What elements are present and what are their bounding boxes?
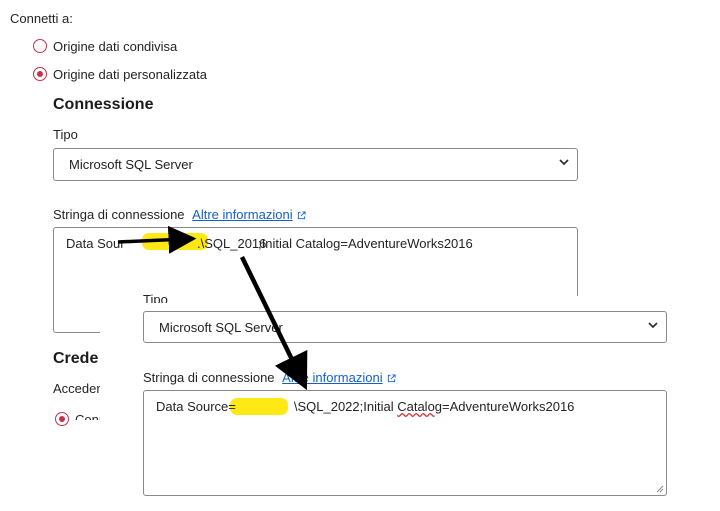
chevron-down-icon [559,159,569,166]
connect-to-label: Connetti a: [10,11,73,26]
front-conn-string-label-text: Stringa di connessione [143,370,275,385]
radio-shared-source[interactable] [33,39,47,53]
conn-string-text-part3: ;Initial Catalog=AdventureWorks2016 [258,236,473,251]
conn-string-text-part2: .\SQL_2016 [197,236,267,251]
credentials-heading: Crede [53,350,99,367]
connection-heading: Connessione [53,96,154,113]
conn-string-label-text: Stringa di connessione [53,207,185,222]
front-type-select[interactable]: Microsoft SQL Server [143,311,667,343]
front-type-select-value: Microsoft SQL Server [159,320,283,335]
radio-custom-source[interactable] [33,67,47,81]
front-conn-text-part1: Data Source= [156,399,236,414]
external-link-icon [387,374,396,383]
conn-string-text-part1: Data Sour [66,236,125,251]
type-label: Tipo [53,127,78,142]
more-info-link[interactable]: Altre informazioni [192,207,292,222]
front-type-label: Tipo [143,292,168,303]
access-label: Acceder [53,381,101,396]
external-link-icon [297,211,306,220]
front-more-info-link[interactable]: Altre informazioni [282,370,382,385]
conn-string-label: Stringa di connessione Altre informazion… [53,207,306,222]
radio-shared-label: Origine dati condivisa [53,39,178,54]
radio-custom-label: Origine dati personalizzata [53,67,207,82]
chevron-down-icon [648,322,658,329]
radio-credentials[interactable] [55,412,69,426]
front-conn-text-part4: =AdventureWorks2016 [442,399,575,414]
front-conn-string-label: Stringa di connessione Altre informazion… [143,370,396,385]
type-select-value: Microsoft SQL Server [69,157,193,172]
resize-grip-icon[interactable] [656,485,664,493]
type-select[interactable]: Microsoft SQL Server [53,148,578,181]
front-conn-text-catalog: Catalog [397,399,443,414]
front-conn-string-text: Data Source= \SQL_2022;Initial Catalog=Ad… [156,399,574,414]
front-conn-text-part2: \SQL_2022;Initial [293,399,398,414]
